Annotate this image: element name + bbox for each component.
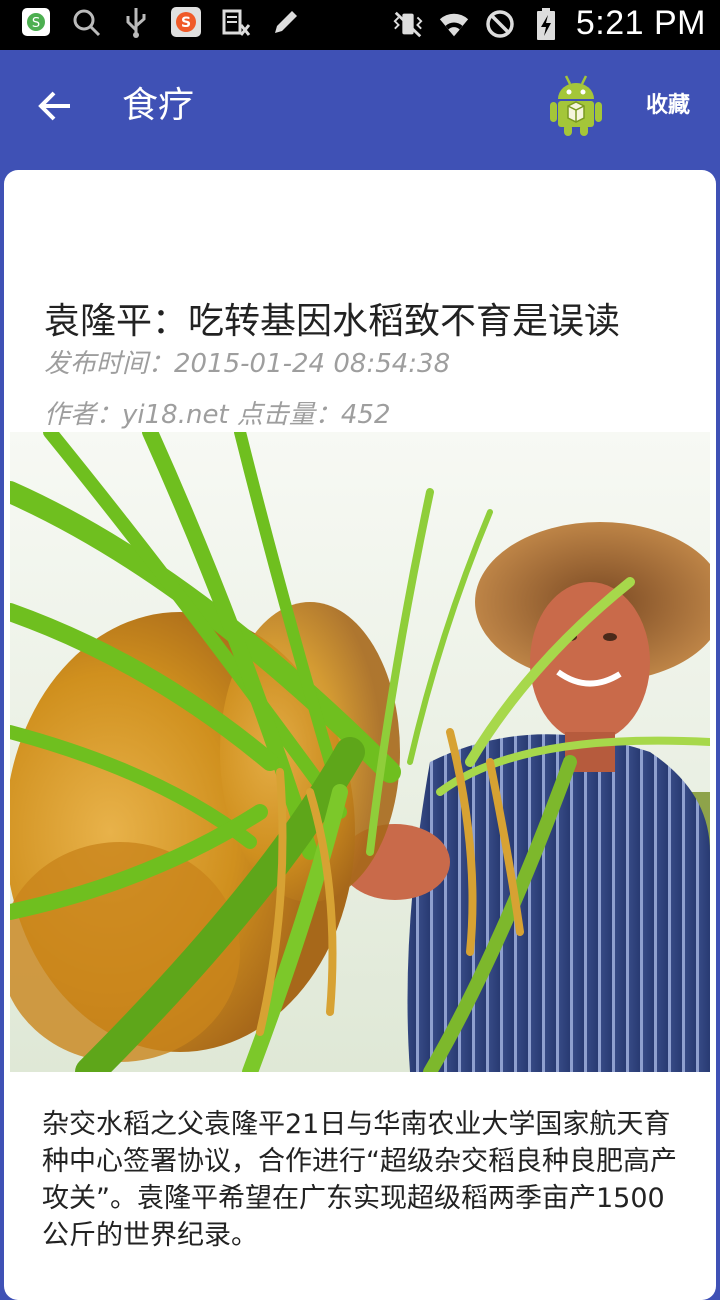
- author-and-views: 作者：yi18.net 点击量：452: [44, 400, 391, 430]
- page-title: 食疗: [122, 85, 195, 126]
- status-bar: S S 5:21 PM: [0, 0, 720, 50]
- reader-icon: [220, 6, 252, 38]
- article-photo: [10, 432, 710, 1072]
- svg-text:S: S: [181, 15, 191, 31]
- app-bar: 食疗 收藏: [0, 50, 720, 162]
- back-arrow-icon: [38, 91, 70, 121]
- do-not-disturb-icon: [484, 8, 516, 40]
- android-icon: [550, 75, 602, 136]
- publish-time: 发布时间：2015-01-24 08:54:38: [44, 349, 451, 379]
- back-button[interactable]: [28, 80, 84, 132]
- sogou-input-icon: S: [170, 6, 202, 38]
- status-bar-notifications: S S: [20, 6, 302, 38]
- article-headline: 袁隆平：吃转基因水稻致不育是误读: [44, 301, 621, 342]
- battery-charging-icon: [530, 7, 562, 40]
- article-card: 袁隆平：吃转基因水稻致不育是误读 发布时间：2015-01-24 08:54:3…: [4, 170, 716, 1300]
- pencil-icon: [270, 6, 302, 38]
- usb-icon: [120, 6, 152, 38]
- svg-text:S: S: [32, 16, 40, 31]
- favorite-button[interactable]: 收藏: [646, 86, 690, 126]
- wifi-icon: [438, 8, 470, 40]
- vibrate-icon: [392, 8, 424, 40]
- status-bar-system: 5:21 PM: [392, 4, 706, 43]
- sogou-search-icon: S: [20, 6, 52, 38]
- search-icon: [70, 6, 102, 38]
- android-button[interactable]: [548, 72, 604, 138]
- status-bar-clock: 5:21 PM: [575, 4, 706, 42]
- article-body: 杂交水稻之父袁隆平21日与华南农业大学国家航天育种中心签署协议，合作进行“超级杂…: [42, 1109, 677, 1251]
